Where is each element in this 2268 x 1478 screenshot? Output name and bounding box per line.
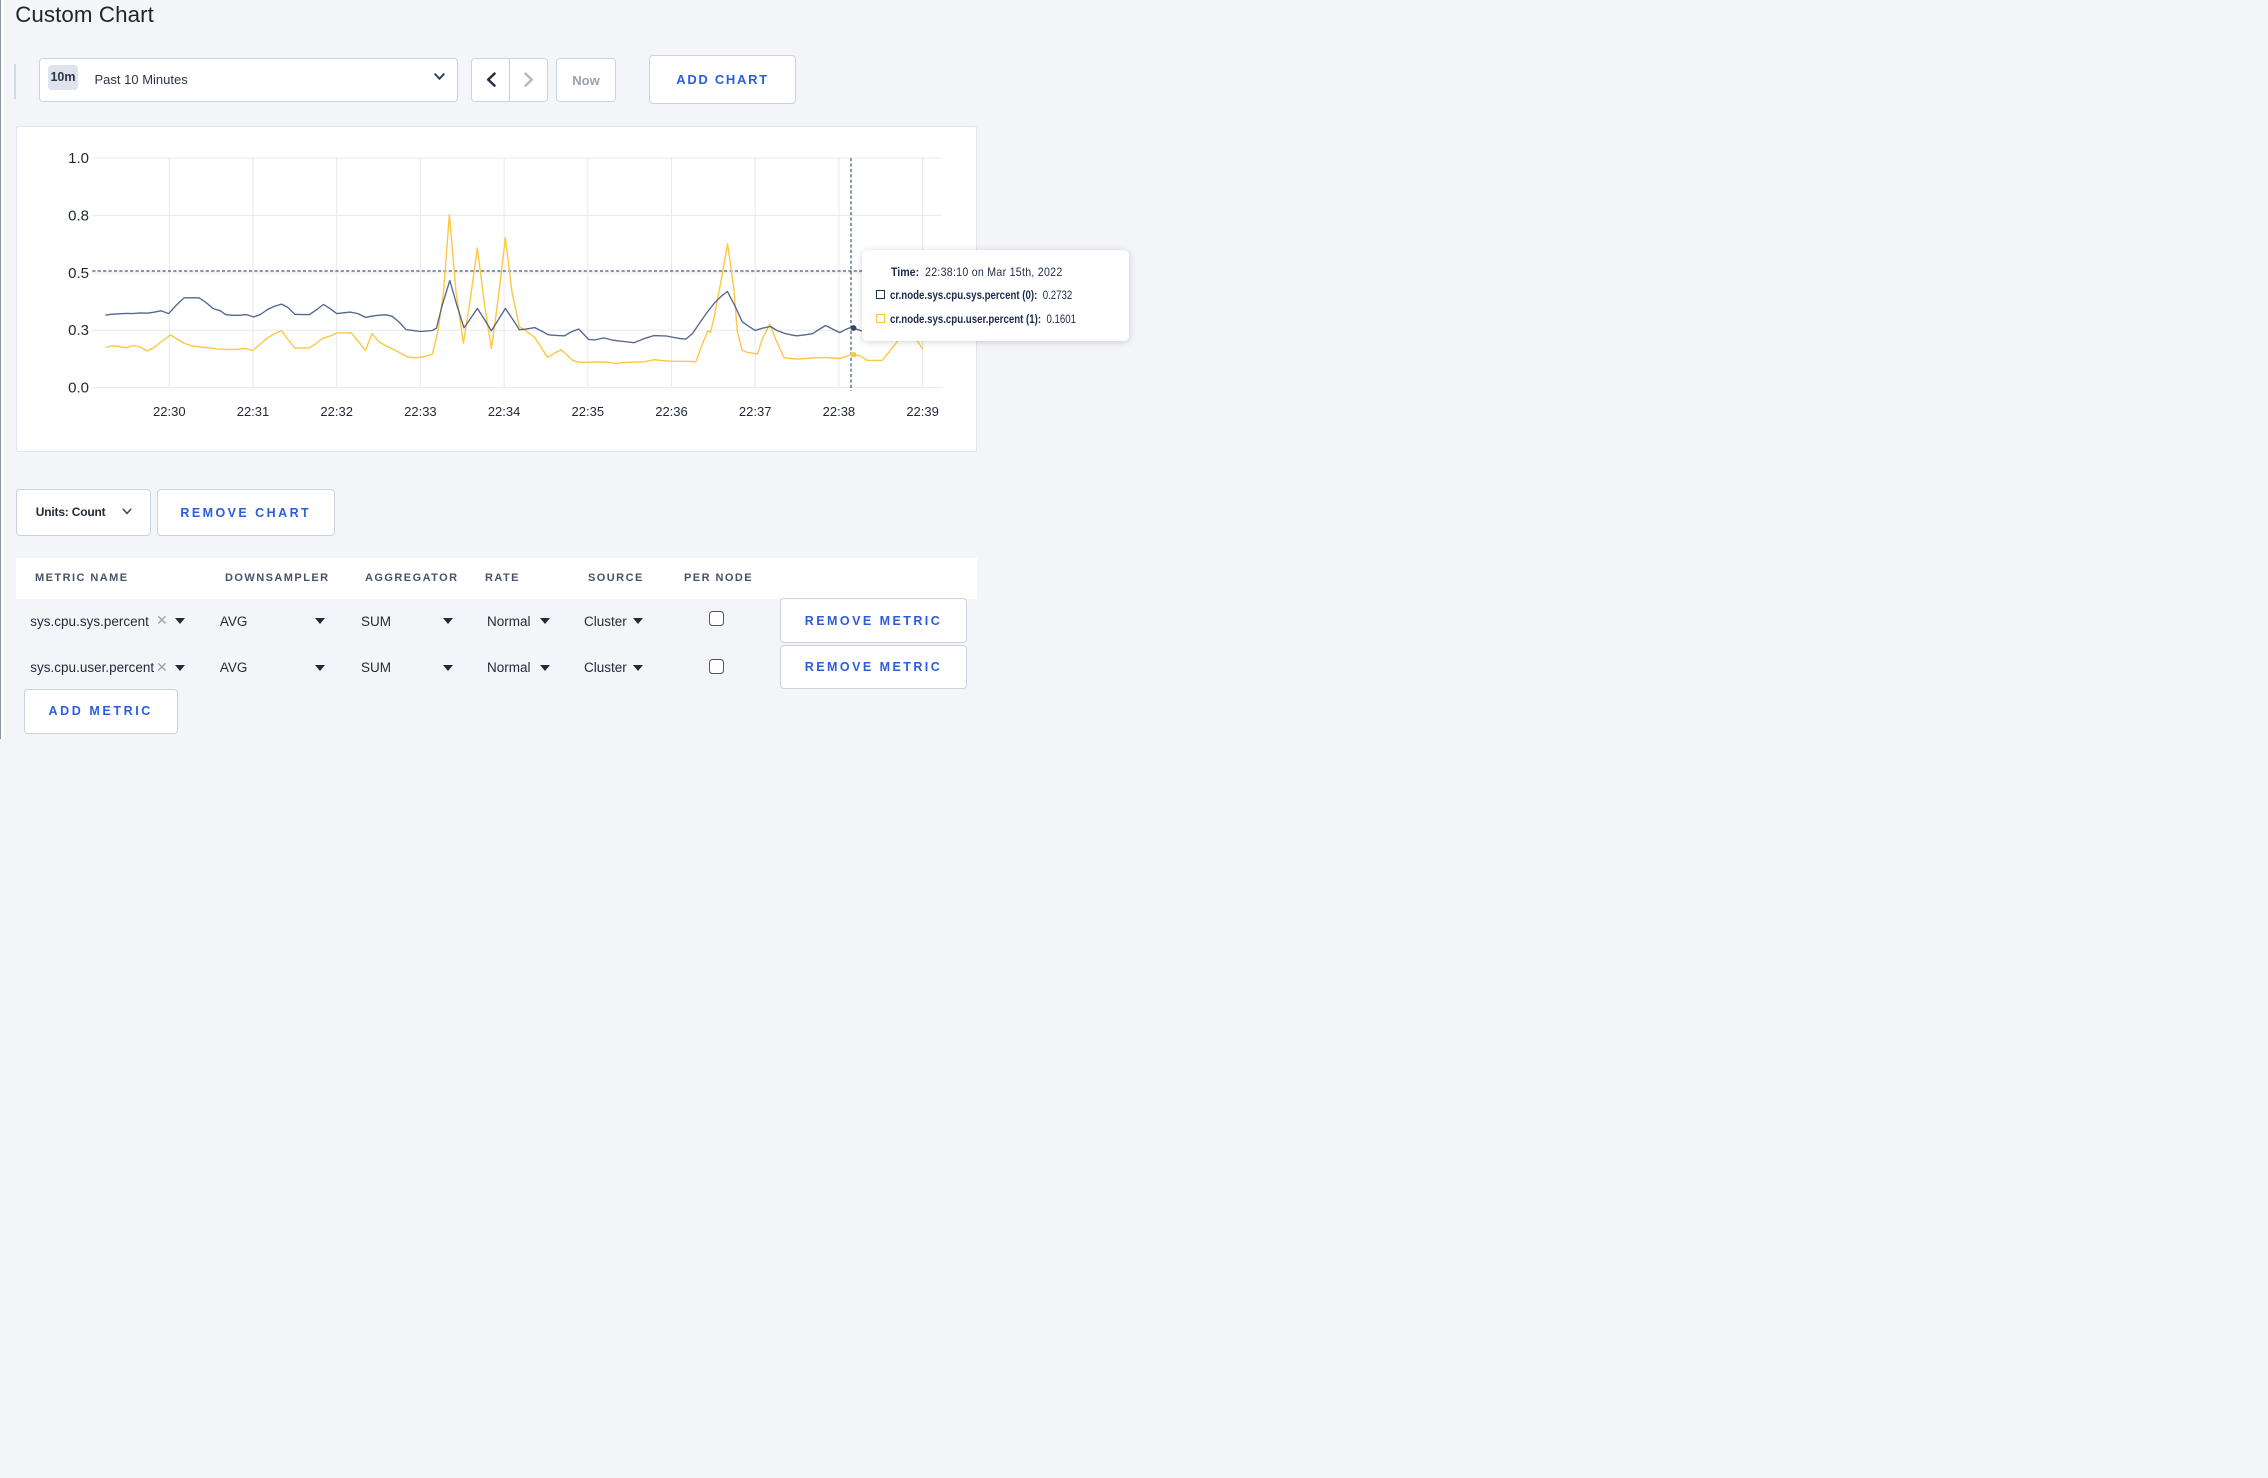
svg-text:22:30: 22:30 (153, 404, 186, 419)
svg-text:22:37: 22:37 (739, 404, 772, 419)
svg-text:22:35: 22:35 (572, 404, 605, 419)
svg-text:22:31: 22:31 (237, 404, 270, 419)
svg-text:0.3: 0.3 (68, 322, 89, 339)
svg-text:0.5: 0.5 (68, 265, 89, 282)
svg-text:0.8: 0.8 (68, 207, 89, 224)
svg-text:22:36: 22:36 (655, 404, 688, 419)
svg-text:22:39: 22:39 (906, 404, 939, 419)
svg-text:1.0: 1.0 (68, 150, 89, 167)
svg-text:22:34: 22:34 (488, 404, 521, 419)
svg-text:0.0: 0.0 (68, 380, 89, 397)
svg-text:22:38: 22:38 (823, 404, 856, 419)
svg-text:22:32: 22:32 (320, 404, 353, 419)
svg-text:22:33: 22:33 (404, 404, 437, 419)
